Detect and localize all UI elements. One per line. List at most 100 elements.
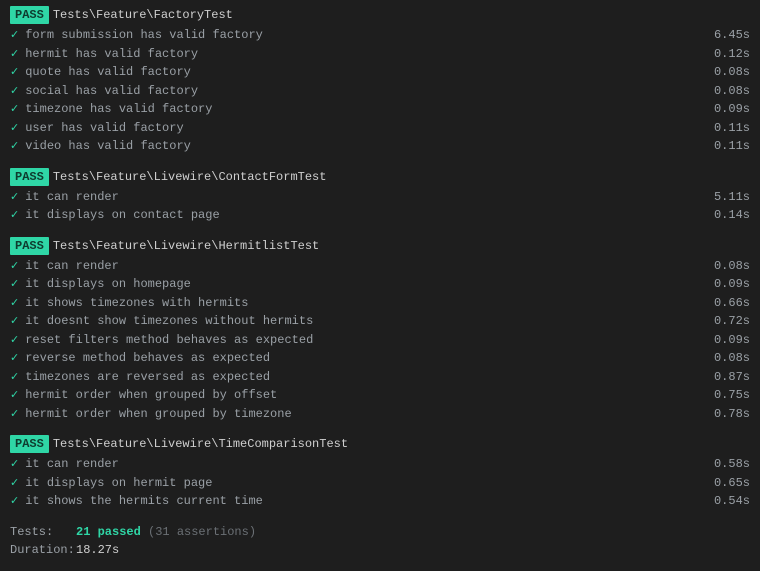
summary-tests-row: Tests: 21 passed (31 assertions) (10, 523, 750, 541)
test-list: ✓it can render0.58s✓it displays on hermi… (10, 455, 750, 511)
test-row-left: ✓it shows timezones with hermits (10, 294, 248, 313)
test-row-left: ✓it doesnt show timezones without hermit… (10, 312, 313, 331)
summary-duration-value: 18.27s (76, 541, 119, 559)
test-name: it can render (25, 188, 119, 206)
check-icon: ✓ (10, 388, 19, 405)
test-row-left: ✓form submission has valid factory (10, 26, 263, 45)
test-row: ✓ reset filters method behaves as expecte… (10, 331, 750, 350)
check-icon: ✓ (10, 208, 19, 225)
test-row-left: ✓ it can render (10, 188, 119, 207)
check-icon: ✓ (10, 190, 19, 207)
test-row: ✓ timezones are reversed as expected 0.87s (10, 368, 750, 387)
check-icon: ✓ (10, 494, 19, 511)
summary-duration-row: Duration: 18.27s (10, 541, 750, 559)
check-icon: ✓ (10, 370, 19, 387)
test-name: it displays on homepage (25, 275, 191, 293)
test-row-left: ✓ quote has valid factory (10, 63, 191, 82)
test-time: 0.66s (714, 294, 750, 312)
test-row-left: ✓ it displays on homepage (10, 275, 191, 294)
test-row: ✓social has valid factory 0.08s (10, 82, 750, 101)
suite-path: Tests\Feature\Livewire\ContactFormTest (53, 170, 327, 184)
test-time: 0.08s (714, 63, 750, 81)
test-row: ✓ hermit order when grouped by timezone 0.… (10, 405, 750, 424)
summary-passed: 21 passed (76, 525, 141, 539)
pass-badge: PASS (10, 6, 49, 24)
check-icon: ✓ (10, 65, 19, 82)
test-time: 0.11s (714, 137, 750, 155)
test-row: ✓ video has valid factory 0.11s (10, 137, 750, 156)
test-time: 0.08s (714, 349, 750, 367)
check-icon: ✓ (10, 277, 19, 294)
summary-assertions: (31 assertions) (148, 525, 256, 539)
check-icon: ✓ (10, 351, 19, 368)
test-name: timezone has valid factory (25, 100, 212, 118)
test-name: timezones are reversed as expected (25, 368, 270, 386)
test-row-left: ✓ reset filters method behaves as expecte… (10, 331, 313, 350)
test-time: 0.72s (714, 312, 750, 330)
test-time: 0.09s (714, 331, 750, 349)
test-group: PASSTests\Feature\Livewire\ContactFormTe… (10, 168, 750, 225)
summary: Tests: 21 passed (31 assertions) Duratio… (10, 523, 750, 559)
test-name: hermit order when grouped by timezone (25, 405, 291, 423)
check-icon: ✓ (10, 314, 19, 331)
test-row-left: ✓it shows the hermits current time (10, 492, 263, 511)
test-row-left: ✓social has valid factory (10, 82, 198, 101)
check-icon: ✓ (10, 333, 19, 350)
test-name: it can render (25, 257, 119, 275)
test-time: 0.54s (714, 492, 750, 510)
test-name: it shows timezones with hermits (25, 294, 248, 312)
test-time: 0.08s (714, 82, 750, 100)
test-row: ✓it doesnt show timezones without hermit… (10, 312, 750, 331)
test-list: ✓form submission has valid factory6.45s✓… (10, 26, 750, 156)
suite-path: Tests\Feature\Livewire\HermitlistTest (53, 239, 319, 253)
test-name: reset filters method behaves as expected (25, 331, 313, 349)
test-name: hermit order when grouped by offset (25, 386, 277, 404)
suite-path: Tests\Feature\FactoryTest (53, 8, 233, 22)
test-time: 5.11s (714, 188, 750, 206)
test-row: ✓it can render0.08s (10, 257, 750, 276)
summary-duration-label: Duration: (10, 541, 76, 559)
check-icon: ✓ (10, 139, 19, 156)
test-row-left: ✓it displays on hermit page (10, 474, 212, 493)
test-time: 0.11s (714, 119, 750, 137)
pass-badge: PASS (10, 435, 49, 453)
test-name: it displays on contact page (25, 206, 219, 224)
check-icon: ✓ (10, 457, 19, 474)
test-row-left: ✓reverse method behaves as expected (10, 349, 270, 368)
group-header: PASS Tests\Feature\FactoryTest (10, 6, 750, 24)
test-group: PASS Tests\Feature\FactoryTest ✓form submi… (10, 6, 750, 156)
check-icon: ✓ (10, 259, 19, 276)
check-icon: ✓ (10, 407, 19, 424)
test-time: 6.45s (714, 26, 750, 44)
pass-badge: PASS (10, 237, 49, 255)
test-row-left: ✓ video has valid factory (10, 137, 191, 156)
test-row: ✓form submission has valid factory 6.45s (10, 26, 750, 45)
group-header: PASS Tests\Feature\Livewire\TimeCompariso… (10, 435, 750, 453)
test-time: 0.87s (714, 368, 750, 386)
test-row: ✓it shows the hermits current time 0.54s (10, 492, 750, 511)
test-list: ✓ it can render 5.11s ✓ it displays on conta… (10, 188, 750, 225)
test-row: ✓ quote has valid factory 0.08s (10, 63, 750, 82)
test-time: 0.14s (714, 206, 750, 224)
test-row-left: ✓ hermit order when grouped by timezone (10, 405, 292, 424)
test-row: ✓it shows timezones with hermits 0.66s (10, 294, 750, 313)
test-output: PASS Tests\Feature\FactoryTest ✓form submi… (10, 6, 750, 511)
check-icon: ✓ (10, 47, 19, 64)
test-name: video has valid factory (25, 137, 191, 155)
test-name: user has valid factory (25, 119, 183, 137)
test-row-left: ✓it can render (10, 455, 119, 474)
test-row: ✓ user has valid factory 0.11s (10, 119, 750, 138)
test-time: 0.78s (714, 405, 750, 423)
group-header: PASS Tests\Feature\Livewire\HermitlistTes… (10, 237, 750, 255)
test-name: quote has valid factory (25, 63, 191, 81)
test-row-left: ✓ timezones are reversed as expected (10, 368, 270, 387)
check-icon: ✓ (10, 121, 19, 138)
check-icon: ✓ (10, 102, 19, 119)
test-name: it displays on hermit page (25, 474, 212, 492)
test-time: 0.58s (714, 455, 750, 473)
test-row-left: ✓hermit has valid factory (10, 45, 198, 64)
test-row: ✓ it displays on contact page 0.14s (10, 206, 750, 225)
group-header: PASSTests\Feature\Livewire\ContactFormTe… (10, 168, 750, 186)
suite-path: Tests\Feature\Livewire\TimeComparisonTes… (53, 437, 348, 451)
test-row-left: ✓ user has valid factory (10, 119, 184, 138)
